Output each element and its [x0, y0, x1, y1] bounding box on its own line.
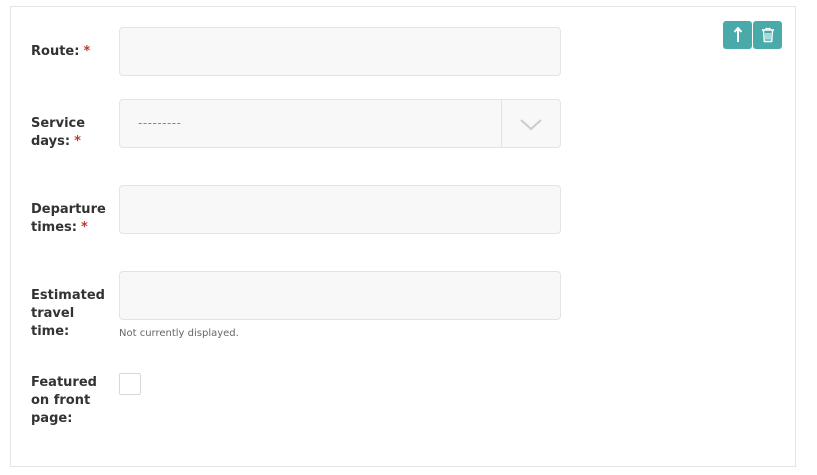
inline-form-panel: Route: * Service days: * --------- Departu… [10, 6, 796, 467]
estimated-travel-time-input[interactable] [119, 271, 561, 320]
featured-checkbox[interactable] [119, 373, 141, 395]
route-label: Route: * [31, 44, 91, 59]
featured-label: Featured on front page: [31, 375, 97, 426]
select-placeholder: --------- [138, 116, 182, 130]
required-marker: * [80, 220, 88, 235]
chevron-down-icon[interactable] [519, 114, 543, 134]
service-days-select[interactable]: --------- [119, 99, 561, 148]
required-marker: * [83, 44, 91, 59]
estimated-travel-time-label: Estimated travel time: [31, 288, 105, 339]
delete-button[interactable] [753, 21, 782, 49]
arrow-up-icon [733, 27, 742, 42]
route-input[interactable] [119, 27, 561, 76]
help-text: Not currently displayed. [119, 328, 239, 339]
move-up-button[interactable] [723, 21, 752, 49]
departure-times-label: Departure times: * [31, 202, 106, 235]
departure-times-input[interactable] [119, 185, 561, 234]
service-days-label: Service days: * [31, 116, 86, 149]
trash-icon [761, 27, 774, 43]
required-marker: * [74, 134, 81, 149]
select-divider [501, 100, 502, 147]
